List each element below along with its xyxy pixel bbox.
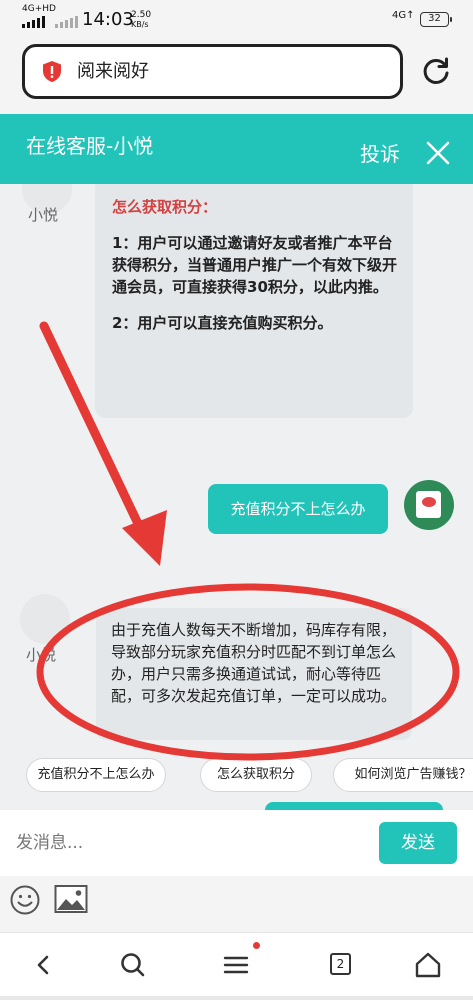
user-message-partial [265, 802, 443, 810]
clock: 14:03 [82, 9, 134, 30]
battery-level: 32 [428, 13, 441, 24]
emoji-icon[interactable] [9, 884, 41, 916]
image-icon[interactable] [54, 884, 88, 914]
search-icon [121, 953, 145, 977]
back-button[interactable] [28, 949, 60, 981]
network-right: 4G↑ [392, 10, 415, 21]
user-message: 充值积分不上怎么办 [208, 484, 388, 534]
signal-icon [22, 16, 45, 28]
quick-reply-chip[interactable]: 怎么获取积分 [200, 758, 312, 792]
quick-reply-chip[interactable]: 如何浏览广告赚钱？ [333, 758, 473, 792]
net-speed-value: 2.50 [131, 10, 152, 20]
close-icon[interactable] [425, 140, 451, 166]
shield-alert-icon [43, 61, 61, 82]
composer: 发送 [0, 810, 473, 876]
home-icon [415, 952, 441, 978]
back-icon [37, 955, 49, 975]
network-type: 4G+HD [22, 4, 56, 14]
tabs-button[interactable]: 2 [326, 949, 358, 981]
quick-reply-chip[interactable]: 充值积分不上怎么办 [26, 758, 166, 792]
agent-name: 小悦 [28, 206, 59, 224]
chat-messages[interactable]: 小悦 怎么获取积分： 1：用户可以通过邀请好友或者推广本平台获得积分，当普通用户… [0, 184, 473, 810]
signal-secondary-icon [55, 16, 78, 28]
search-button[interactable] [117, 949, 149, 981]
address-bar[interactable]: 阅来阅好 [22, 44, 403, 99]
composer-tools [0, 876, 473, 932]
notification-dot [253, 942, 260, 949]
message-text: 由于充值人数每天不断增加，码库存有限，导致部分玩家充值积分时匹配不到订单怎么办，… [111, 621, 397, 705]
menu-button[interactable] [220, 949, 252, 981]
send-button[interactable]: 发送 [379, 822, 457, 864]
agent-avatar [20, 594, 70, 644]
reload-icon[interactable] [420, 56, 452, 88]
chat-title: 在线客服-小悦 [26, 134, 154, 158]
tabs-icon: 2 [330, 953, 351, 975]
message-line: 1：用户可以通过邀请好友或者推广本平台获得积分，当普通用户推广一个有效下级开通会… [112, 234, 398, 296]
status-bar: 4G+HD 14:03 2.50 KB/s 4G↑ 32 [0, 0, 473, 38]
browser-bar: 阅来阅好 [0, 38, 473, 114]
menu-icon [223, 956, 249, 974]
avatar-badge [422, 497, 436, 507]
agent-message: 由于充值人数每天不断增加，码库存有限，导致部分玩家充值积分时匹配不到订单怎么办，… [96, 608, 412, 740]
agent-message: 怎么获取积分： 1：用户可以通过邀请好友或者推广本平台获得积分，当普通用户推广一… [95, 184, 413, 418]
page-title: 阅来阅好 [77, 61, 149, 82]
complain-button[interactable]: 投诉 [360, 141, 400, 167]
gesture-bar [0, 996, 473, 1000]
message-input[interactable] [0, 822, 378, 864]
home-button[interactable] [412, 949, 444, 981]
net-speed-unit: KB/s [131, 20, 149, 29]
chat-header: 在线客服-小悦 投诉 [0, 114, 473, 184]
message-heading: 怎么获取积分： [112, 198, 218, 216]
user-avatar [404, 480, 454, 530]
message-line: 2：用户可以直接充值购买积分。 [112, 314, 333, 332]
battery-icon: 32 [420, 12, 452, 27]
agent-name: 小悦 [26, 646, 57, 664]
bottom-navigation: 2 [0, 932, 473, 1000]
